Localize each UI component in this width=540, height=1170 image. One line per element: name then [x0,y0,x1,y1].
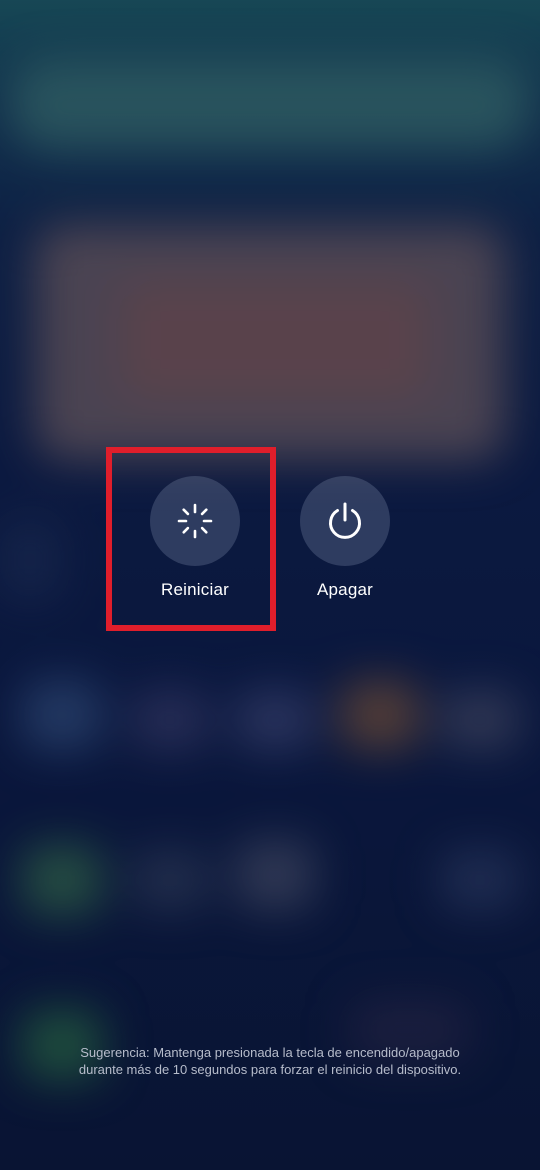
restart-label: Reiniciar [161,580,229,599]
hint-text: Sugerencia: Mantenga presionada la tecla… [20,1044,520,1078]
restart-spinner-icon [175,501,215,541]
power-off-button[interactable] [300,476,390,566]
hint-line-1: Sugerencia: Mantenga presionada la tecla… [80,1045,460,1060]
hint-line-2: durante más de 10 segundos para forzar e… [78,1062,462,1077]
power-icon [324,500,366,542]
restart-action[interactable]: Reiniciar [115,476,275,600]
power-menu-screen: Reiniciar Apagar Sugerencia: Mantenga pr… [0,0,540,1170]
power-off-label: Apagar [316,580,374,599]
restart-button[interactable] [150,476,240,566]
power-off-action[interactable]: Apagar [265,476,425,600]
